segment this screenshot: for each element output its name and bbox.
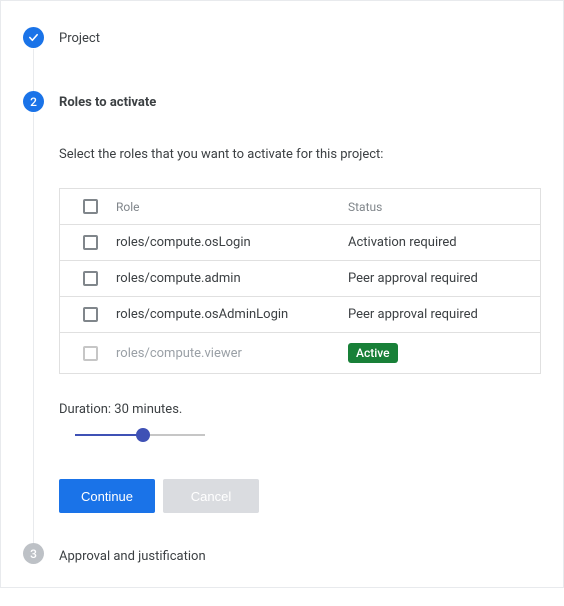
duration-slider[interactable] (75, 425, 205, 445)
continue-button[interactable]: Continue (59, 479, 155, 513)
table-row: roles/compute.osAdminLogin Peer approval… (60, 296, 540, 332)
slider-fill (75, 434, 143, 436)
role-name: roles/compute.viewer (116, 346, 340, 361)
instruction-text: Select the roles that you want to activa… (59, 147, 541, 162)
table-row: roles/compute.viewer Active (60, 332, 540, 373)
activation-wizard: Project 2 Roles to activate Select the r… (0, 0, 564, 588)
step-roles: 2 Roles to activate Select the roles tha… (23, 91, 541, 543)
cancel-button[interactable]: Cancel (163, 479, 259, 513)
slider-thumb[interactable] (136, 428, 150, 442)
step-approval: 3 Approval and justification (23, 543, 541, 567)
step-approval-title[interactable]: Approval and justification (59, 549, 206, 564)
role-status: Peer approval required (348, 307, 528, 322)
select-all-checkbox[interactable] (83, 199, 98, 214)
step-check-icon (23, 27, 44, 48)
table-row: roles/compute.osLogin Activation require… (60, 224, 540, 260)
roles-table: Role Status roles/compute.osLogin Activa… (59, 188, 541, 374)
role-status: Peer approval required (348, 271, 528, 286)
table-header: Role Status (60, 189, 540, 224)
step-number-icon: 3 (23, 543, 44, 564)
button-row: Continue Cancel (59, 479, 541, 513)
role-name: roles/compute.osLogin (116, 235, 340, 250)
row-checkbox (83, 346, 98, 361)
duration-label: Duration: 30 minutes. (59, 402, 541, 417)
step-project: Project (23, 27, 541, 91)
row-checkbox[interactable] (83, 235, 98, 250)
table-row: roles/compute.admin Peer approval requir… (60, 260, 540, 296)
step-roles-title: Roles to activate (59, 95, 156, 110)
header-status: Status (348, 200, 528, 214)
row-checkbox[interactable] (83, 271, 98, 286)
row-checkbox[interactable] (83, 307, 98, 322)
step-project-title[interactable]: Project (59, 31, 100, 46)
header-role: Role (116, 200, 340, 214)
role-name: roles/compute.osAdminLogin (116, 307, 340, 322)
step-number-icon: 2 (23, 91, 44, 112)
status-badge: Active (348, 343, 398, 363)
role-status: Activation required (348, 235, 528, 250)
role-name: roles/compute.admin (116, 271, 340, 286)
